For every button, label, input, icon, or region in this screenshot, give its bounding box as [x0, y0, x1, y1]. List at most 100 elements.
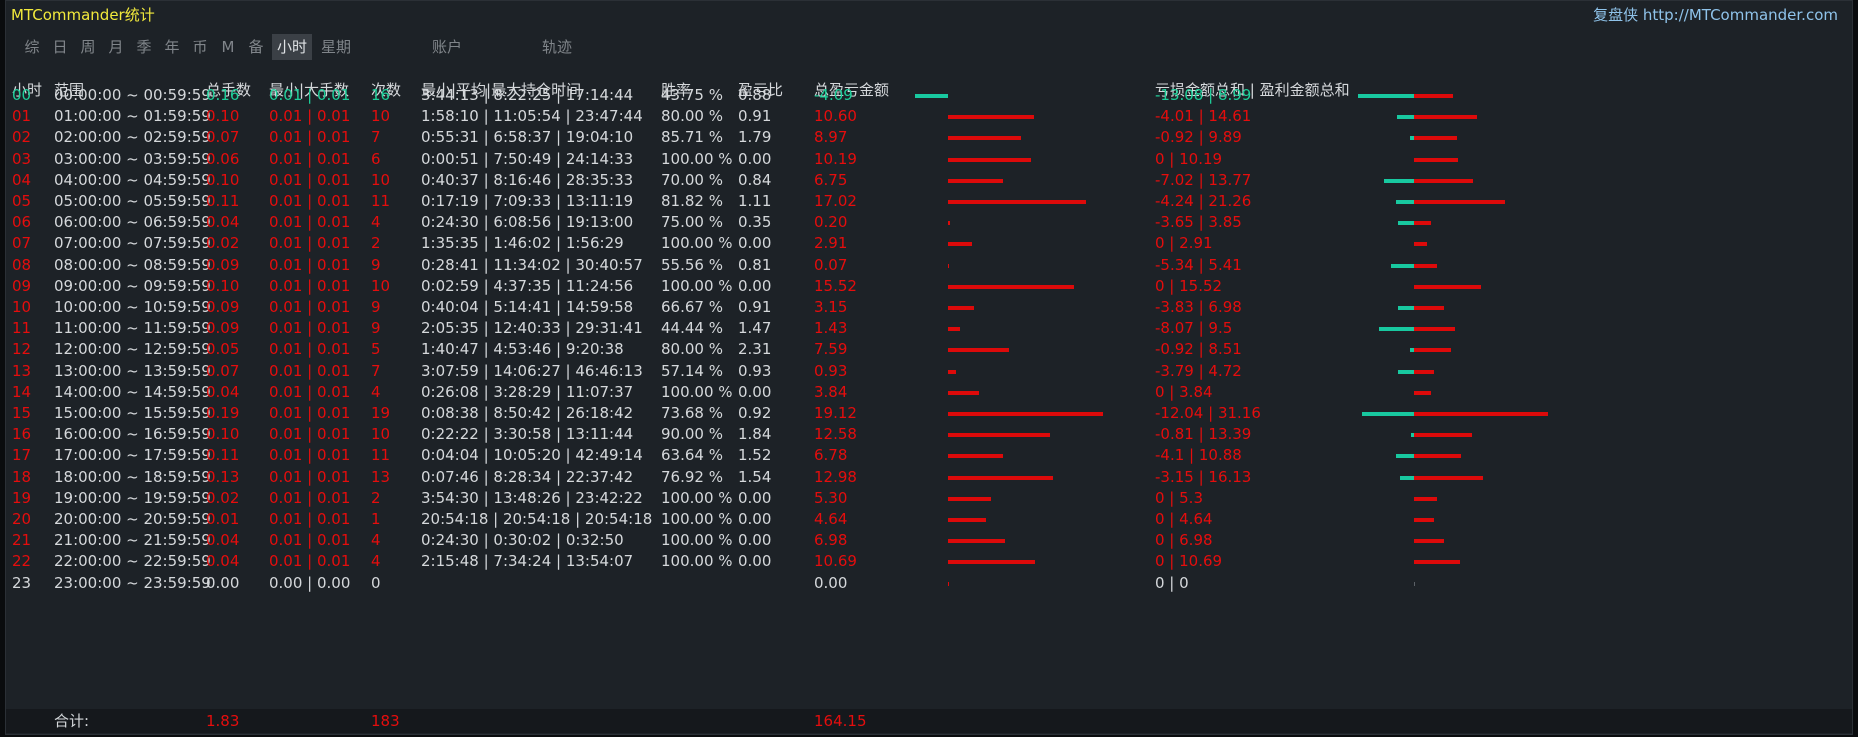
minmax-lots-cell: 0.01 | 0.01	[269, 149, 351, 168]
pnl-bar	[948, 242, 972, 247]
hour-cell: 01	[12, 107, 32, 126]
pnl-bar	[948, 518, 986, 522]
pnl-bar	[948, 115, 1034, 120]
win-rate-cell: 100.00 %	[661, 234, 733, 253]
count-cell: 11	[371, 192, 391, 210]
count-cell: 2	[371, 234, 381, 253]
pnl-bar	[948, 454, 1003, 459]
count-cell: 16	[371, 86, 391, 104]
lots-cell: 0.19	[206, 404, 240, 422]
pnl-bar	[948, 348, 1010, 353]
holding-time-cell: 0:22:22 | 3:30:58 | 13:11:44	[421, 425, 634, 444]
holding-time-cell: 3:54:30 | 13:48:26 | 23:42:22	[421, 488, 643, 507]
count-cell: 10	[371, 425, 391, 444]
loss-bar	[1396, 454, 1414, 459]
win-rate-cell: 100.00 %	[661, 276, 733, 295]
win-rate-cell: 81.82 %	[661, 192, 723, 210]
total-pnl-cell: 12.98	[814, 467, 857, 486]
minmax-lots-cell: 0.01 | 0.01	[269, 467, 351, 486]
table-row: 12 12:00:00 ~ 12:59:59 0.05 0.01 | 0.01 5 1:4…	[6, 339, 1852, 360]
table-row: 20 20:00:00 ~ 20:59:59 0.01 0.01 | 0.01 1 20:…	[6, 509, 1852, 530]
table-row: 22 22:00:00 ~ 22:59:59 0.04 0.01 | 0.01 4 2:1…	[6, 551, 1852, 572]
lots-cell: 0.10	[206, 170, 240, 189]
profit-ratio-cell: 0.00	[738, 531, 772, 550]
tab-8[interactable]: 备	[244, 34, 268, 60]
range-cell: 11:00:00 ~ 11:59:59	[54, 319, 211, 338]
gain-bar	[1414, 560, 1460, 565]
lots-cell: 0.09	[206, 298, 240, 316]
loss-bar	[1357, 94, 1414, 98]
profit-ratio-cell: 0.91	[738, 107, 772, 126]
loss-bar	[1397, 369, 1414, 374]
range-cell: 02:00:00 ~ 02:59:59	[54, 128, 211, 147]
gain-bar	[1414, 369, 1435, 374]
range-cell: 19:00:00 ~ 19:59:59	[54, 488, 211, 507]
totals-row: 合计: 1.83 183 164.15	[6, 709, 1852, 733]
lots-cell: 0.05	[206, 340, 240, 359]
site-link[interactable]: 复盘侠 http://MTCommander.com	[1593, 4, 1838, 25]
tab-7[interactable]: M	[216, 34, 240, 60]
holding-time-cell: 3:07:59 | 14:06:27 | 46:46:13	[421, 361, 643, 380]
lots-cell: 0.07	[206, 361, 240, 380]
gain-bar	[1414, 390, 1431, 395]
loss-gain-cell: -3.65 | 3.85	[1155, 213, 1242, 232]
tab-3[interactable]: 月	[104, 34, 128, 60]
pnl-bar	[948, 157, 1031, 162]
profit-ratio-cell: 1.52	[738, 446, 772, 465]
hour-cell: 03	[12, 149, 32, 168]
win-rate-cell: 73.68 %	[661, 404, 723, 422]
tab-9[interactable]: 小时	[272, 34, 312, 60]
loss-gain-cell: -4.01 | 14.61	[1155, 107, 1252, 126]
profit-ratio-cell: 1.79	[738, 128, 772, 147]
lots-cell: 0.16	[206, 86, 240, 104]
lots-cell: 0.09	[206, 319, 240, 338]
count-cell: 9	[371, 319, 381, 338]
gain-bar	[1414, 518, 1434, 522]
range-cell: 09:00:00 ~ 09:59:59	[54, 276, 211, 295]
loss-gain-cell: -4.1 | 10.88	[1155, 446, 1242, 465]
hour-cell: 00	[12, 86, 32, 104]
tab-5[interactable]: 年	[160, 34, 184, 60]
tab-6[interactable]: 币	[188, 34, 212, 60]
gain-bar	[1414, 412, 1548, 416]
minmax-lots-cell: 0.01 | 0.01	[269, 234, 351, 253]
holding-time-cell: 0:02:59 | 4:37:35 | 11:24:56	[421, 276, 634, 295]
minmax-lots-cell: 0.00 | 0.00	[269, 573, 351, 592]
minmax-lots-cell: 0.01 | 0.01	[269, 276, 351, 295]
profit-ratio-cell: 0.00	[738, 488, 772, 507]
win-rate-cell: 57.14 %	[661, 361, 723, 380]
minmax-lots-cell: 0.01 | 0.01	[269, 340, 351, 359]
table-row: 10 10:00:00 ~ 10:59:59 0.09 0.01 | 0.01 9 0:4…	[6, 297, 1852, 318]
gain-bar	[1414, 242, 1427, 247]
pnl-bar	[948, 369, 956, 374]
hour-cell: 13	[12, 361, 32, 380]
lots-cell: 0.04	[206, 213, 240, 232]
tab-0[interactable]: 综	[20, 34, 44, 60]
tab-2[interactable]: 周	[76, 34, 100, 60]
tab-12[interactable]: 轨迹	[534, 34, 580, 60]
hour-cell: 14	[12, 382, 32, 401]
minmax-lots-cell: 0.01 | 0.01	[269, 446, 351, 465]
tab-11[interactable]: 账户	[424, 34, 470, 60]
loss-bar	[1362, 412, 1414, 416]
loss-bar	[1397, 306, 1414, 310]
count-cell: 4	[371, 213, 381, 232]
minmax-lots-cell: 0.01 | 0.01	[269, 128, 351, 147]
tab-1[interactable]: 日	[48, 34, 72, 60]
profit-ratio-cell: 0.93	[738, 361, 772, 380]
pnl-bar	[948, 560, 1035, 565]
loss-bar	[1383, 178, 1414, 183]
loss-gain-cell: -3.15 | 16.13	[1155, 467, 1252, 486]
table-row: 09 09:00:00 ~ 09:59:59 0.10 0.01 | 0.01 10 0:…	[6, 276, 1852, 297]
holding-time-cell: 1:40:47 | 4:53:46 | 9:20:38	[421, 340, 624, 359]
loss-gain-cell: -5.34 | 5.41	[1155, 255, 1242, 274]
count-cell: 2	[371, 488, 381, 507]
hour-cell: 21	[12, 531, 32, 550]
tab-10[interactable]: 星期	[316, 34, 356, 60]
total-pnl-cell: 3.15	[814, 298, 848, 316]
gain-bar	[1414, 306, 1444, 310]
range-cell: 18:00:00 ~ 18:59:59	[54, 467, 211, 486]
loss-bar	[1395, 200, 1414, 204]
count-cell: 4	[371, 531, 381, 550]
tab-4[interactable]: 季	[132, 34, 156, 60]
